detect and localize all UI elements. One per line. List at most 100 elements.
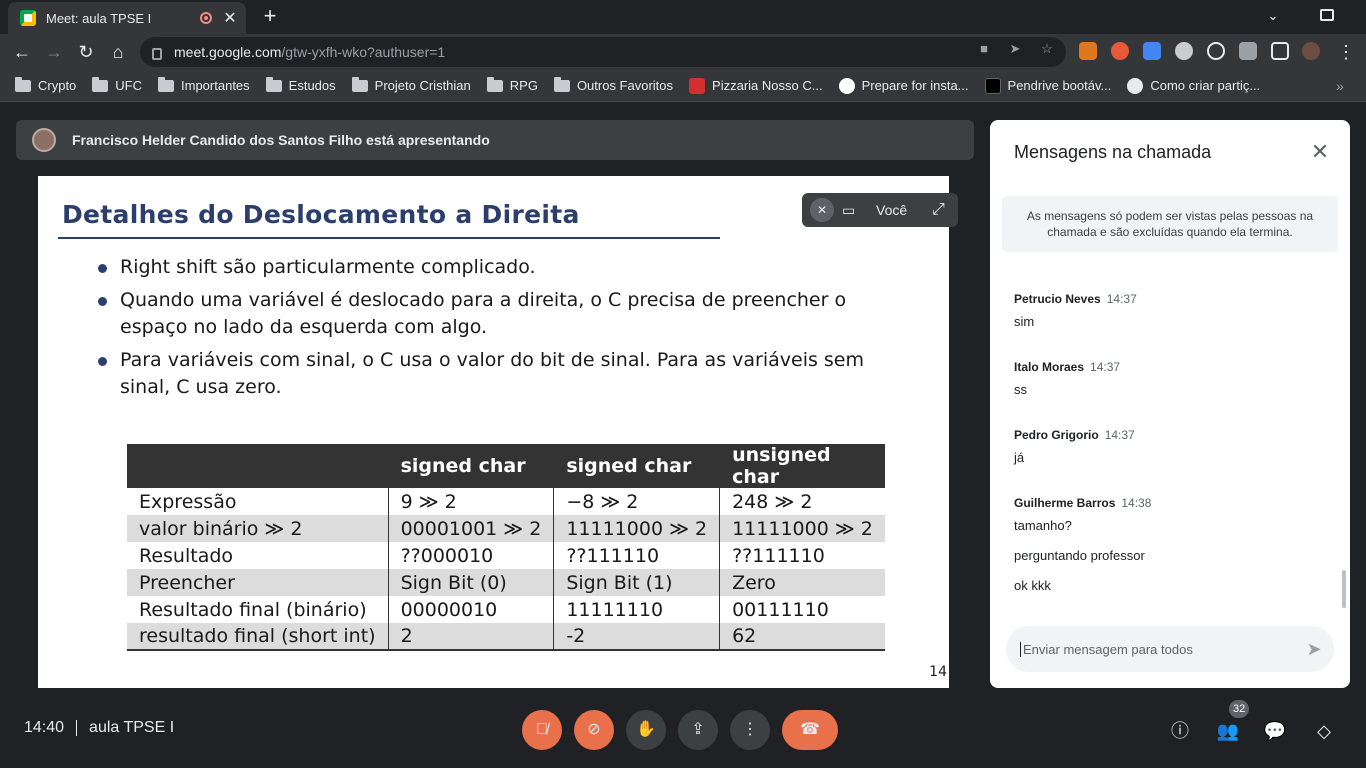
bookmark-folder[interactable]: UFC (92, 76, 142, 93)
table-cell: 11111110 (553, 596, 720, 623)
bookmark-link[interactable]: Prepare for insta... (838, 77, 969, 94)
meeting-name: aula TPSE I (89, 719, 175, 736)
lock-icon (152, 48, 162, 60)
bookmark-folder[interactable]: Outros Favoritos (553, 76, 673, 93)
raise-hand-button[interactable]: ✋ (626, 710, 666, 750)
restore-window-icon[interactable] (1320, 9, 1334, 21)
message-sender: Italo Moraes (1014, 360, 1085, 374)
self-name: Você (876, 202, 908, 218)
table-cell: 11111000 ≫ 2 (719, 515, 885, 542)
expand-icon[interactable]: ⤢ (932, 201, 952, 219)
meeting-info: 14:40 aula TPSE I (24, 719, 174, 737)
bookmark-folder[interactable]: RPG (486, 76, 538, 93)
chrome-menu-icon[interactable]: ⋮ (1334, 40, 1358, 64)
table-cell: ??111110 (553, 542, 720, 569)
bookmark-folder[interactable]: Importantes (158, 76, 250, 93)
bookmark-star-icon[interactable]: ☆ (1039, 41, 1055, 57)
table-cell: 00111110 (719, 596, 885, 623)
meeting-time: 14:40 (24, 719, 65, 736)
new-tab-button[interactable]: + (258, 5, 282, 29)
table-cell: Expressão (139, 490, 237, 513)
bookmark-folder[interactable]: Estudos (265, 76, 336, 93)
pizzaria-favicon-icon (689, 77, 706, 94)
table-cell: valor binário ≫ 2 (127, 515, 389, 542)
info-icon[interactable]: ⓘ (1168, 719, 1192, 743)
message-list: Petrucio Neves 14:37 sim Italo Moraes 14:3… (1014, 290, 1334, 622)
header-cell (127, 444, 389, 488)
message-sender: Guilherme Barros (1014, 496, 1116, 510)
more-options-button[interactable]: ⋮ (730, 710, 770, 750)
message-text: ok kkk (1014, 578, 1051, 593)
bookmarks-overflow-icon[interactable]: » (1336, 78, 1344, 94)
table-row: Preencher Sign Bit (0) Sign Bit (1) Zero (127, 569, 885, 596)
table-cell: 2 (387, 623, 554, 651)
folder-icon (486, 76, 503, 92)
metamask-extension-icon[interactable] (1079, 42, 1097, 60)
translate-extension-icon[interactable] (1143, 42, 1161, 60)
bullet-item: Right shift são particularmente complica… (98, 254, 898, 281)
camera-blocked-icon[interactable]: ■ (976, 41, 992, 57)
table-cell: 00000010 (387, 596, 554, 623)
people-icon[interactable]: 👥 (1216, 719, 1240, 743)
tab-close-icon[interactable]: ✕ (222, 8, 238, 28)
bookmark-link[interactable]: Pizzaria Nosso C... (689, 77, 823, 94)
leave-call-button[interactable]: ☎ (782, 710, 838, 750)
header-cell: signed char (387, 444, 554, 488)
address-bar[interactable]: meet.google.com/gtw-yxfh-wko?authuser=1 (140, 37, 1066, 67)
camera-toggle-button[interactable]: ⊘ (574, 710, 614, 750)
chat-input-box[interactable]: ➤ (1006, 626, 1334, 672)
folder-icon (15, 76, 31, 92)
url-path: /gtw-yxfh-wko?authuser=1 (281, 44, 446, 60)
hand-extension-icon[interactable] (1111, 42, 1129, 60)
send-icon[interactable]: ➤ (1294, 639, 1334, 660)
table-cell: ??111110 (719, 542, 885, 569)
google-favicon-icon (838, 77, 855, 94)
side-panel-icon[interactable] (1271, 42, 1289, 60)
bookmark-folder[interactable]: Projeto Cristhian (351, 76, 471, 93)
reload-icon[interactable]: ↻ (74, 40, 98, 64)
mic-toggle-button[interactable]: 🎙̸ (522, 710, 562, 750)
close-icon[interactable]: ✕ (1308, 140, 1332, 164)
message-time: 14:38 (1121, 496, 1152, 510)
back-arrow-icon[interactable]: ← (10, 40, 34, 64)
react-extension-icon[interactable] (1207, 42, 1225, 60)
browser-tab[interactable]: Meet: aula TPSE I ✕ (8, 2, 246, 34)
message-text: perguntando professor (1014, 548, 1145, 563)
home-icon[interactable]: ⌂ (106, 40, 130, 64)
bookmark-link[interactable]: Como criar partiç... (1127, 77, 1260, 94)
bookmark-folder[interactable]: Crypto (15, 76, 76, 93)
chat-message: Italo Moraes 14:37 ss (1014, 358, 1334, 398)
message-text: ss (1014, 382, 1027, 397)
share-icon[interactable]: ➤ (1007, 41, 1023, 57)
glasses-extension-icon[interactable] (1175, 42, 1193, 60)
extensions-puzzle-icon[interactable] (1239, 42, 1257, 60)
linux-penguin-favicon-icon (1127, 77, 1144, 94)
tab-search-chevron-icon[interactable]: ⌄ (1264, 8, 1282, 26)
chat-icon[interactable]: 💬 (1263, 719, 1287, 743)
folder-icon (158, 76, 175, 92)
profile-avatar[interactable] (1302, 42, 1320, 60)
table-row: Resultado final (binário) 00000010 11111… (127, 596, 885, 623)
chat-scrollbar[interactable] (1342, 570, 1346, 608)
activities-icon[interactable]: ◇ (1312, 719, 1336, 743)
table-cell: −8 ≫ 2 (553, 488, 720, 515)
folder-icon (92, 76, 109, 92)
message-sender: Pedro Grigorio (1014, 428, 1099, 442)
presenter-avatar (32, 128, 56, 152)
present-button[interactable]: ⇪ (678, 710, 718, 750)
message-time: 14:37 (1106, 292, 1137, 306)
title-divider (58, 237, 720, 239)
presentation-slide: Detalhes do Deslocamento a Direita Right… (38, 176, 949, 688)
present-screen-icon: ⇪ (691, 721, 705, 738)
participants-count-badge: 32 (1229, 700, 1250, 718)
forward-arrow-icon[interactable]: → (42, 40, 66, 64)
self-view-tile[interactable]: ✕ ▭ Você ⤢ (802, 193, 958, 227)
bookmark-link[interactable]: Pendrive bootáv... (984, 77, 1111, 94)
chat-message-input[interactable] (1020, 641, 1294, 657)
pendrive-favicon-icon (984, 77, 1001, 94)
mic-off-icon: ✕ (810, 198, 834, 222)
table-cell: -2 (553, 623, 720, 651)
chat-title: Mensagens na chamada (1014, 142, 1212, 162)
message-sender: Petrucio Neves (1014, 292, 1101, 306)
table-row: Resultado ??000010 ??111110 ??111110 (127, 542, 885, 569)
